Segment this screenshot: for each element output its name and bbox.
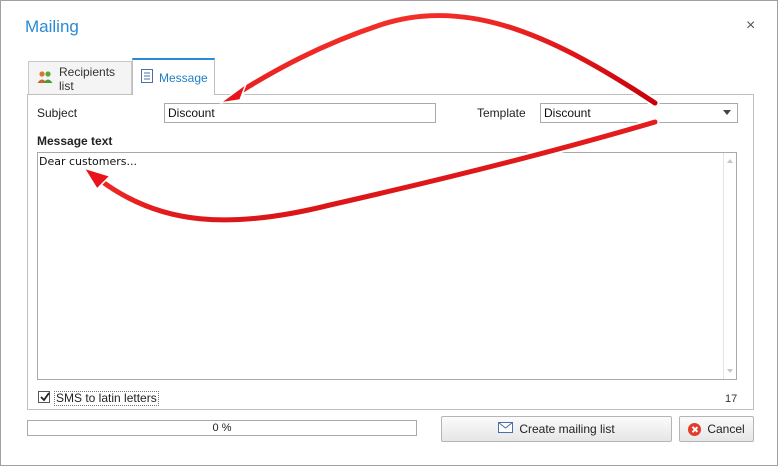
create-mailing-list-button[interactable]: Create mailing list <box>441 416 672 442</box>
envelope-icon <box>498 422 514 436</box>
checkmark-icon <box>40 392 50 402</box>
tab-recipients-label: Recipients list <box>59 64 116 93</box>
people-icon <box>37 70 53 87</box>
scroll-down-icon[interactable] <box>727 369 733 373</box>
tab-recipients-list[interactable]: Recipients list <box>28 61 132 95</box>
scroll-up-icon[interactable] <box>727 159 733 163</box>
tab-message-label: Message <box>159 70 208 85</box>
template-select[interactable]: Discount <box>540 103 738 123</box>
char-counter: 17 <box>725 393 738 405</box>
cancel-button-label: Cancel <box>707 422 745 436</box>
sms-latin-label[interactable]: SMS to latin letters <box>54 391 159 406</box>
close-icon[interactable]: × <box>746 18 755 34</box>
vertical-scrollbar[interactable] <box>723 153 736 379</box>
document-icon <box>141 69 153 86</box>
message-text-label: Message text <box>37 134 113 148</box>
create-button-label: Create mailing list <box>519 422 615 436</box>
progress-bar: 0 % <box>27 420 417 436</box>
subject-input[interactable]: Discount <box>164 103 436 123</box>
tab-message[interactable]: Message <box>132 58 215 95</box>
template-select-value: Discount <box>544 106 591 120</box>
progress-text: 0 % <box>212 422 232 434</box>
sms-latin-checkbox[interactable] <box>38 391 50 403</box>
cancel-icon <box>688 422 702 436</box>
template-label: Template <box>477 106 526 120</box>
subject-label: Subject <box>37 106 78 120</box>
mailing-dialog: Mailing × Recipients list Message Subjec… <box>0 0 778 466</box>
cancel-button[interactable]: Cancel <box>679 416 754 442</box>
dialog-title: Mailing <box>25 17 79 36</box>
chevron-down-icon[interactable] <box>723 110 731 115</box>
message-textarea[interactable]: Dear customers... <box>37 152 737 380</box>
message-text-value: Dear customers... <box>39 155 138 168</box>
